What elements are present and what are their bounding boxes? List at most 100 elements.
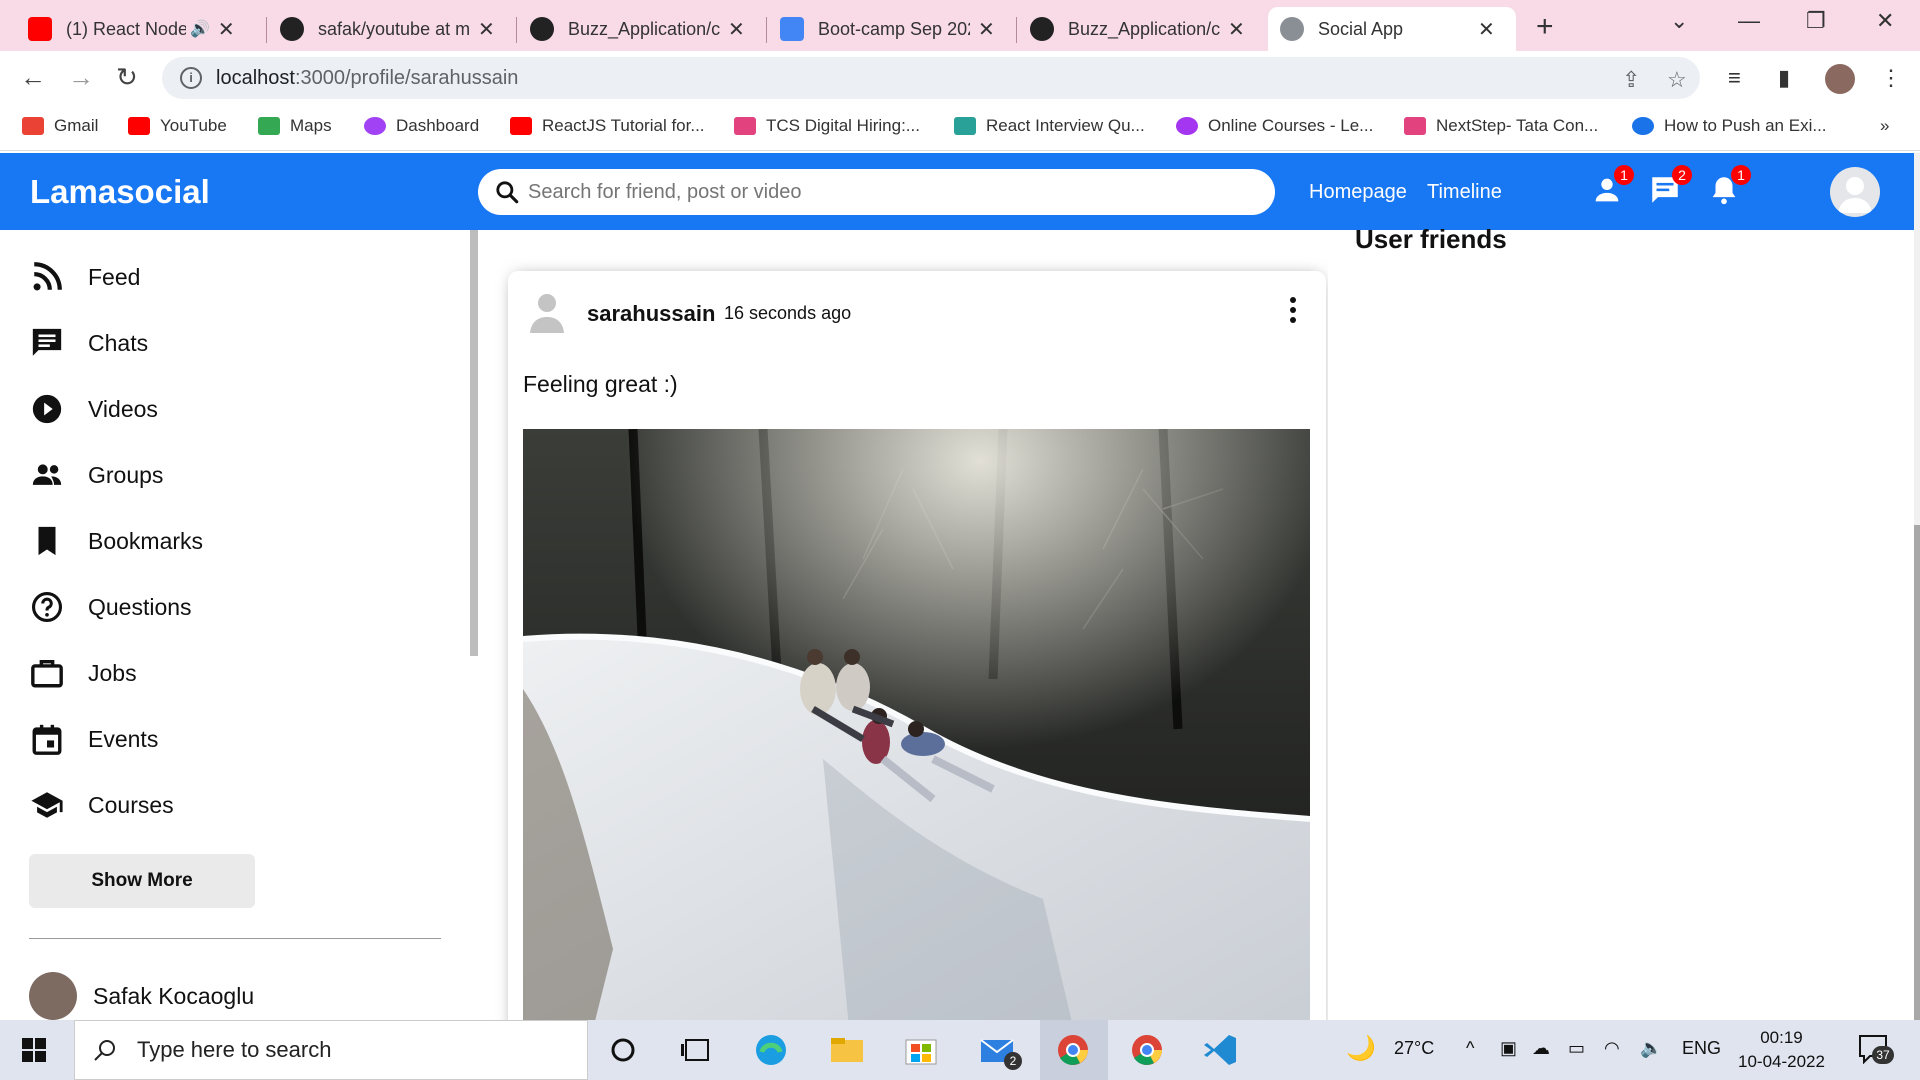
mail-app[interactable]: 2 — [978, 1032, 1022, 1070]
input-language[interactable]: ENG — [1682, 1038, 1721, 1059]
left-sidebar: Feed Chats Videos Groups Bookmarks Quest… — [0, 230, 478, 1020]
tab-separator — [1016, 17, 1017, 43]
file-explorer-icon[interactable] — [828, 1032, 866, 1068]
bookmark-item[interactable]: How to Push an Exi... — [1632, 116, 1827, 136]
bookmark-item[interactable]: NextStep- Tata Con... — [1404, 116, 1598, 136]
browser-toolbar: ← → ↻ i localhost:3000/profile/sarahussa… — [0, 51, 1920, 105]
sidebar-scrollbar[interactable] — [470, 230, 478, 656]
reload-icon[interactable]: ↻ — [116, 62, 138, 93]
bookmark-item[interactable]: ReactJS Tutorial for... — [510, 116, 705, 136]
microsoft-store-icon[interactable] — [902, 1032, 940, 1068]
browser-tab[interactable]: Buzz_Application/cl ✕ — [1018, 7, 1257, 51]
browser-tab[interactable]: safak/youtube at m ✕ — [268, 7, 507, 51]
battery-icon[interactable]: ▭ — [1568, 1038, 1585, 1059]
browser-tab-strip: (1) React Node... 🔊 ✕ safak/youtube at m… — [0, 0, 1920, 51]
task-view-icon[interactable] — [678, 1032, 716, 1068]
browser-profile-avatar[interactable] — [1825, 64, 1855, 94]
close-tab-icon[interactable]: ✕ — [1478, 17, 1495, 42]
clock-time: 00:19 — [1760, 1028, 1803, 1047]
notification-center[interactable]: 37 — [1858, 1034, 1894, 1065]
close-tab-icon[interactable]: ✕ — [978, 17, 995, 42]
windows-taskbar: Type here to search 2 🌙 27°C ^ ▣ ☁ ▭ ◠ 🔈… — [0, 1020, 1920, 1080]
side-panel-icon[interactable]: ▮ — [1778, 65, 1790, 91]
bookmark-item[interactable]: React Interview Qu... — [954, 116, 1145, 136]
post-image[interactable] — [523, 429, 1310, 1020]
close-tab-icon[interactable]: ✕ — [1228, 17, 1245, 42]
sidebar-item-jobs[interactable]: Jobs — [30, 656, 137, 690]
speaker-icon[interactable]: 🔊 — [190, 19, 210, 39]
close-tab-icon[interactable]: ✕ — [218, 17, 235, 42]
sidebar-item-groups[interactable]: Groups — [30, 458, 163, 492]
media-control-icon[interactable]: ≡ — [1728, 65, 1741, 91]
vscode-icon[interactable] — [1202, 1032, 1240, 1068]
bookmark-item[interactable]: YouTube — [128, 116, 227, 136]
site-info-icon[interactable]: i — [180, 67, 202, 89]
page-scrollbar[interactable] — [1914, 153, 1920, 1035]
default-avatar-icon[interactable] — [528, 291, 566, 333]
back-arrow-icon[interactable]: ← — [20, 62, 46, 93]
browser-tab[interactable]: Boot-camp Sep 202 ✕ — [768, 7, 1007, 51]
friend-list-item[interactable]: Safak Kocaoglu — [29, 972, 254, 1020]
meet-now-icon[interactable]: ▣ — [1500, 1038, 1517, 1059]
show-more-button[interactable]: Show More — [29, 854, 255, 908]
browser-tab[interactable]: Buzz_Application/cl ✕ — [518, 7, 757, 51]
share-icon[interactable]: ⇪ — [1622, 67, 1640, 93]
sidebar-item-events[interactable]: Events — [30, 722, 158, 756]
bookmark-item[interactable]: Maps — [258, 116, 332, 136]
app-logo[interactable]: Lamasocial — [30, 173, 210, 211]
homepage-link[interactable]: Homepage — [1309, 181, 1407, 204]
taskbar-clock[interactable]: 00:19 10-04-2022 — [1738, 1026, 1825, 1074]
sidebar-item-videos[interactable]: Videos — [30, 392, 158, 426]
clock-date: 10-04-2022 — [1738, 1052, 1825, 1071]
forward-arrow-icon[interactable]: → — [68, 62, 94, 93]
site-icon — [954, 117, 976, 135]
user-avatar[interactable] — [1830, 167, 1880, 217]
weather-temperature[interactable]: 27°C — [1394, 1038, 1434, 1059]
friend-requests-button[interactable]: 1 — [1590, 165, 1634, 207]
taskbar-search-box[interactable]: Type here to search — [74, 1020, 588, 1080]
sidebar-item-bookmarks[interactable]: Bookmarks — [30, 524, 203, 558]
bookmark-item[interactable]: TCS Digital Hiring:... — [734, 116, 920, 136]
close-tab-icon[interactable]: ✕ — [728, 17, 745, 42]
bookmark-star-icon[interactable]: ☆ — [1667, 67, 1687, 93]
tray-chevron-up-icon[interactable]: ^ — [1466, 1038, 1474, 1059]
sidebar-item-courses[interactable]: Courses — [30, 788, 174, 822]
more-bookmarks-chevron-icon[interactable]: » — [1880, 116, 1889, 136]
close-tab-icon[interactable]: ✕ — [478, 17, 495, 42]
address-bar[interactable]: i localhost:3000/profile/sarahussain ⇪ ☆ — [162, 57, 1700, 99]
tab-search-chevron-icon[interactable]: ⌄ — [1670, 8, 1688, 34]
browser-menu-icon[interactable]: ⋮ — [1880, 65, 1902, 91]
wifi-icon[interactable]: ◠ — [1604, 1038, 1620, 1059]
post-username[interactable]: sarahussain — [587, 301, 715, 327]
search-input[interactable] — [528, 180, 1228, 204]
cortana-icon[interactable] — [604, 1032, 642, 1068]
chrome-icon[interactable] — [1054, 1032, 1092, 1068]
more-vert-icon[interactable] — [1288, 295, 1298, 325]
messages-button[interactable]: 2 — [1648, 165, 1692, 207]
windows-start-icon[interactable] — [22, 1038, 46, 1062]
bookmark-item[interactable]: Online Courses - Le... — [1176, 116, 1373, 136]
post-text: Feeling great :) — [523, 371, 678, 397]
browser-tab[interactable]: (1) React Node... 🔊 ✕ — [16, 7, 247, 51]
onedrive-cloud-icon[interactable]: ☁ — [1532, 1038, 1550, 1059]
sidebar-item-questions[interactable]: Questions — [30, 590, 192, 624]
close-window-button[interactable]: ✕ — [1876, 8, 1894, 34]
restore-button[interactable]: ❐ — [1806, 8, 1826, 34]
timeline-link[interactable]: Timeline — [1427, 181, 1502, 204]
app-search-bar[interactable] — [478, 169, 1275, 215]
volume-icon[interactable]: 🔈 — [1640, 1038, 1662, 1059]
url-text[interactable]: localhost:3000/profile/sarahussain — [216, 67, 518, 90]
browser-tab-active[interactable]: Social App ✕ — [1268, 7, 1516, 51]
notifications-button[interactable]: 1 — [1707, 165, 1751, 207]
minimize-button[interactable]: — — [1738, 8, 1760, 34]
page-scrollbar-thumb[interactable] — [1914, 525, 1920, 1035]
bookmark-item[interactable]: Gmail — [22, 116, 98, 136]
new-tab-button[interactable]: + — [1536, 10, 1554, 44]
sidebar-item-feed[interactable]: Feed — [30, 260, 140, 294]
weather-moon-icon[interactable]: 🌙 — [1346, 1034, 1376, 1063]
app-topbar: Lamasocial Homepage Timeline 1 2 1 — [0, 153, 1914, 230]
chrome-icon[interactable] — [1128, 1032, 1166, 1068]
sidebar-item-chats[interactable]: Chats — [30, 326, 148, 360]
bookmark-item[interactable]: Dashboard — [364, 116, 479, 136]
edge-icon[interactable] — [752, 1032, 790, 1068]
